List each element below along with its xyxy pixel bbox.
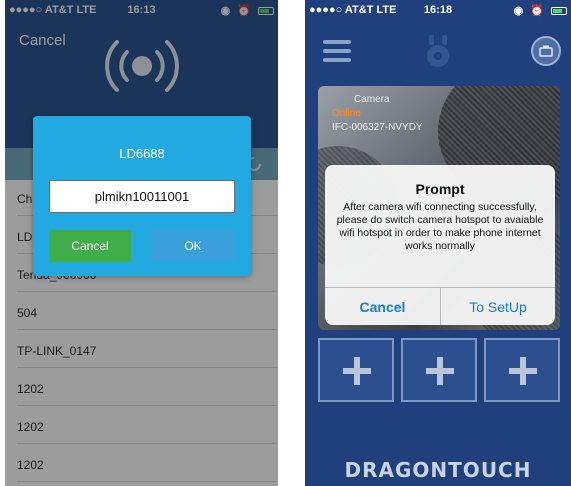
wifi-password-dialog: LD6688 Cancel OK [33, 116, 251, 276]
camera-home-screen: ●●●●○ AT&T LTE 16:18 ◉ ⏰ Camera Online I… [305, 0, 571, 486]
password-input[interactable] [49, 180, 235, 213]
alarm-icon: ⏰ [530, 5, 546, 17]
add-camera-button[interactable] [318, 338, 394, 402]
location-icon: ◉ [513, 5, 526, 17]
prompt-dialog: Prompt After camera wifi connecting succ… [325, 165, 555, 325]
to-setup-button[interactable]: To SetUp [441, 288, 555, 325]
dialog-message: After camera wifi connecting successfull… [336, 201, 544, 252]
hamburger-menu-icon[interactable] [323, 40, 351, 62]
status-bar: ●●●●○ AT&T LTE 16:18 ◉ ⏰ [305, 0, 571, 20]
camera-name: Camera [354, 94, 390, 105]
camera-logo-icon [427, 35, 449, 67]
battery-icon [551, 7, 567, 16]
plus-icon [509, 357, 537, 385]
prompt-cancel-button[interactable]: Cancel [325, 288, 440, 325]
plus-icon [426, 357, 454, 385]
plus-icon [343, 357, 371, 385]
ok-button[interactable]: OK [151, 230, 235, 262]
camera-status: Online [332, 108, 361, 119]
wifi-password-screen: ●●●●○ AT&T LTE 16:13 ◉ ⏰ Cancel Ch LD Te… [5, 0, 278, 486]
camera-settings-icon[interactable] [531, 36, 561, 66]
brand-logo: DRAGONTOUCH [344, 458, 532, 482]
add-camera-button[interactable] [401, 338, 477, 402]
dialog-title: LD6688 [119, 146, 165, 161]
add-camera-button[interactable] [484, 338, 560, 402]
camera-id: IFC-006327-NVYDY [332, 122, 423, 133]
dialog-title: Prompt [415, 181, 465, 197]
cancel-button[interactable]: Cancel [49, 230, 131, 262]
